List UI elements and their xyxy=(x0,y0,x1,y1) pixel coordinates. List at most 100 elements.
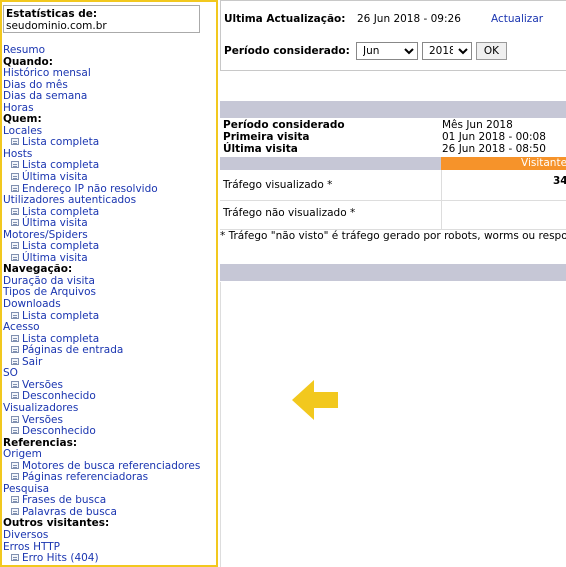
nav-link[interactable]: Duração da visita xyxy=(3,275,95,287)
nav-subitem[interactable]: Sair xyxy=(3,356,200,369)
nav-subitem[interactable]: Lista completa xyxy=(3,137,200,149)
popup-list-icon xyxy=(11,346,19,354)
popup-list-icon xyxy=(11,253,19,261)
period-considered-value: Mês Jun 2018 xyxy=(442,119,513,131)
nav-heading-label: Navegação: xyxy=(3,263,73,276)
traffic-footnote: * Tráfego "não visto" é tráfego gerado p… xyxy=(220,230,566,242)
period-considered-label: Período considerado xyxy=(223,119,345,131)
popup-list-icon xyxy=(11,507,19,515)
nav-link[interactable]: SO xyxy=(3,367,18,380)
navigation-frame: Estatísticas de: seudominio.com.br Resum… xyxy=(0,0,218,567)
nav-link[interactable]: Palavras de busca xyxy=(22,506,117,518)
first-visit-label: Primeira visita xyxy=(223,131,310,143)
popup-list-icon xyxy=(11,138,19,146)
last-visit-row: Última visita 26 Jun 2018 - 08:50 xyxy=(220,143,566,155)
popup-list-icon xyxy=(11,554,19,562)
nav-link[interactable]: Erros HTTP xyxy=(3,541,60,553)
nav-link[interactable]: Acesso xyxy=(3,321,40,333)
popup-list-icon xyxy=(11,207,19,215)
popup-list-icon xyxy=(11,334,19,342)
last-visit-label: Última visita xyxy=(223,143,298,155)
nav-link[interactable]: Motores/Spiders xyxy=(3,229,88,241)
nav-heading-label: Referencias: xyxy=(3,436,78,449)
popup-list-icon xyxy=(11,161,19,169)
last-update-label: Ultima Actualização: xyxy=(224,13,346,25)
nav-link[interactable]: Motores de busca referenciadores xyxy=(22,460,200,472)
popup-list-icon xyxy=(11,380,19,388)
nav-link[interactable]: Lista completa xyxy=(22,206,99,218)
nav-link[interactable]: Lista completa xyxy=(22,333,99,345)
popup-list-icon xyxy=(11,242,19,250)
popup-list-icon xyxy=(11,473,19,481)
last-visit-value: 26 Jun 2018 - 08:50 xyxy=(442,143,546,155)
nav-heading-label: Quando: xyxy=(3,55,53,68)
summary-header-band xyxy=(220,101,566,118)
not-viewed-traffic-row: Tráfego não visualizado * xyxy=(220,201,566,230)
nav-link[interactable]: Resumo xyxy=(3,44,45,56)
popup-list-icon xyxy=(11,173,19,181)
popup-list-icon xyxy=(11,219,19,227)
last-update-value: 26 Jun 2018 - 09:26 xyxy=(357,13,461,25)
nav-link[interactable]: Páginas referenciadoras xyxy=(22,471,148,483)
nav-link[interactable]: Versões xyxy=(22,379,63,391)
nav-link[interactable]: Origem xyxy=(3,448,42,460)
month-select[interactable]: Jun xyxy=(356,42,418,60)
nav-link[interactable]: Última visita xyxy=(22,217,88,229)
nav-link[interactable]: Páginas de entrada xyxy=(22,344,123,356)
nav-link[interactable]: Versões xyxy=(22,414,63,426)
popup-list-icon xyxy=(11,415,19,423)
site-title-box: Estatísticas de: seudominio.com.br xyxy=(3,5,200,33)
nav-link[interactable]: Lista completa xyxy=(22,310,99,322)
nav-heading-label: Quem: xyxy=(3,113,42,126)
nav-link[interactable]: Dias do mês xyxy=(3,79,68,91)
nav-heading-label: Outros visitantes: xyxy=(3,517,110,530)
visitors-column-header: Visitante xyxy=(441,157,566,170)
nav-subitem[interactable]: Erro Hits (404) xyxy=(3,552,200,565)
nav-link[interactable]: Lista completa xyxy=(22,159,99,172)
popup-list-icon xyxy=(11,184,19,192)
viewed-traffic-value: 34 xyxy=(553,175,566,187)
ok-button[interactable]: OK xyxy=(476,42,507,60)
viewed-traffic-label: Tráfego visualizado * xyxy=(223,179,333,191)
nav-link[interactable]: Sair xyxy=(22,356,42,368)
period-row: Período considerado Mês Jun 2018 xyxy=(220,119,566,131)
section-header-band xyxy=(220,264,566,281)
nav-link[interactable]: Lista completa xyxy=(22,136,99,149)
nav-link[interactable]: Desconhecido xyxy=(22,425,96,437)
popup-list-icon xyxy=(11,392,19,400)
period-label: Período considerado: xyxy=(224,45,350,57)
popup-list-icon xyxy=(11,461,19,469)
nav-link[interactable]: Pesquisa xyxy=(3,483,49,495)
table-header-band xyxy=(220,157,441,170)
site-name: seudominio.com.br xyxy=(6,20,107,32)
nav-link[interactable]: Dias da semana xyxy=(3,90,87,102)
nav-link[interactable]: Erro Hits (404) xyxy=(22,552,99,564)
content-area xyxy=(220,282,566,567)
nav-link[interactable]: Endereço IP não resolvido xyxy=(22,183,158,195)
nav-link[interactable]: Frases de busca xyxy=(22,494,106,507)
nav-link[interactable]: Última visita xyxy=(22,252,88,264)
nav-link[interactable]: Diversos xyxy=(3,529,48,541)
year-select[interactable]: 2018 xyxy=(422,42,472,60)
not-viewed-traffic-label: Tráfego não visualizado * xyxy=(223,207,356,219)
nav-link[interactable]: Visualizadores xyxy=(3,402,78,414)
nav-link[interactable]: Lista completa xyxy=(22,240,99,253)
popup-list-icon xyxy=(11,311,19,319)
nav-link[interactable]: Desconhecido xyxy=(22,390,96,403)
nav-link[interactable]: Tipos de Arquivos xyxy=(3,286,96,299)
viewed-traffic-row: Tráfego visualizado * 34 xyxy=(220,170,566,201)
update-panel: Ultima Actualização: 26 Jun 2018 - 09:26… xyxy=(220,0,566,71)
nav-link[interactable]: Locales xyxy=(3,125,42,137)
popup-list-icon xyxy=(11,496,19,504)
first-visit-value: 01 Jun 2018 - 00:08 xyxy=(442,131,546,143)
nav-link[interactable]: Downloads xyxy=(3,298,61,310)
stats-title: Estatísticas de: xyxy=(6,8,98,20)
nav-link[interactable]: Hosts xyxy=(3,148,32,160)
update-link[interactable]: Actualizar xyxy=(491,13,543,25)
nav-link[interactable]: Histórico mensal xyxy=(3,67,91,79)
nav-link[interactable]: Horas xyxy=(3,102,34,114)
nav-link[interactable]: Utilizadores autenticados xyxy=(3,194,136,206)
popup-list-icon xyxy=(11,427,19,435)
nav-menu: Resumo Quando: Histórico mensal Dias do mês… xyxy=(3,44,200,565)
nav-link[interactable]: Última visita xyxy=(22,171,88,183)
